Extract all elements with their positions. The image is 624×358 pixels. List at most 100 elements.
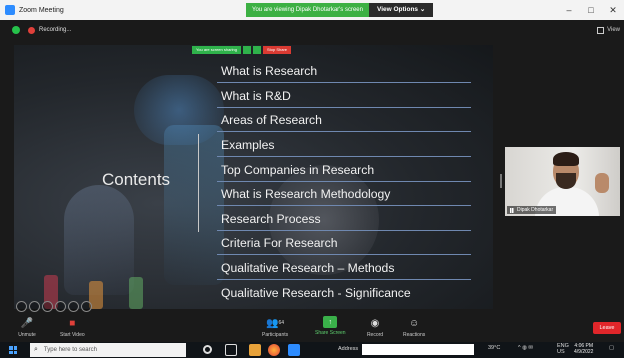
video-beard-shape: [556, 173, 576, 189]
background-vial-green: [129, 277, 143, 309]
window-controls: – □ ✕: [558, 0, 624, 20]
stop-share-button[interactable]: Stop Share: [263, 46, 292, 54]
slide-item-underline: [217, 107, 471, 108]
slide-item: Top Companies in Research: [221, 163, 375, 177]
video-hair-shape: [553, 152, 579, 166]
sharing-label: You are screen sharing: [192, 46, 241, 54]
video-off-icon: ■: [69, 317, 76, 329]
task-view-icon[interactable]: [225, 344, 237, 356]
record-label: Record: [366, 332, 384, 338]
share-screen-button[interactable]: ↑ Share Screen: [315, 316, 346, 336]
start-video-label: Start Video: [60, 332, 85, 338]
security-shield-icon[interactable]: [12, 26, 20, 34]
language-indicator[interactable]: ENG US: [557, 343, 569, 355]
slide-item-underline: [217, 254, 471, 255]
clock-date: 4/9/2022: [574, 349, 594, 355]
slide-item-underline: [217, 230, 471, 231]
unmute-label: Unmute: [18, 332, 36, 338]
slide-item-underline: [217, 131, 471, 132]
region-code: US: [557, 349, 565, 355]
slide-item: Qualitative Research - Significance: [221, 286, 411, 300]
slide-item: Areas of Research: [221, 113, 322, 127]
background-tube-image: [164, 125, 224, 285]
slideshow-tools: [16, 301, 92, 312]
previous-slide-icon[interactable]: [16, 301, 27, 312]
next-slide-icon[interactable]: [29, 301, 40, 312]
reactions-button[interactable]: ☺ Reactions: [403, 316, 426, 339]
share-screen-icon: ↑: [323, 316, 338, 328]
pause-share-icon[interactable]: [243, 46, 251, 54]
weather-text[interactable]: 39°C: [488, 345, 500, 351]
notifications-icon[interactable]: ▢: [609, 345, 614, 351]
unmute-button[interactable]: 🎤 Unmute: [18, 316, 36, 339]
window-title: Zoom Meeting: [19, 6, 64, 14]
slide-item: Research Process: [221, 212, 321, 226]
tray-icons[interactable]: ^ ◍ ✉: [518, 345, 533, 351]
slide-item-underline: [217, 156, 471, 157]
slide-item: What is Research Methodology: [221, 187, 391, 201]
annotate-icon[interactable]: [253, 46, 261, 54]
panel-resize-handle[interactable]: [500, 174, 502, 188]
microphone-muted-icon: 🎤: [20, 317, 34, 329]
reactions-icon: ☺: [409, 317, 420, 329]
view-button[interactable]: View: [597, 26, 620, 34]
slide-divider: [198, 134, 199, 232]
slide-item: Qualitative Research – Methods: [221, 261, 395, 275]
participants-count: 64: [278, 320, 285, 326]
record-button[interactable]: ◉ Record: [366, 316, 384, 339]
slide-item: Examples: [221, 138, 275, 152]
taskbar-clock[interactable]: 4:06 PM 4/9/2022: [574, 343, 593, 355]
cortana-icon[interactable]: [203, 345, 212, 354]
audio-level-icon: [510, 207, 515, 213]
recording-icon: [28, 26, 35, 34]
participants-icon: 👥 64: [266, 317, 285, 329]
background-flask-image: [64, 185, 134, 295]
slide-item-underline: [217, 181, 471, 182]
reactions-label: Reactions: [403, 332, 426, 338]
slides-grid-icon[interactable]: [55, 301, 66, 312]
view-label: View: [607, 27, 620, 33]
slide-item-underline: [217, 279, 471, 280]
slide-title: Contents: [102, 170, 171, 189]
more-options-icon[interactable]: [81, 301, 92, 312]
slide-item: What is Research: [221, 64, 318, 78]
minimize-button[interactable]: –: [558, 0, 580, 20]
zoom-logo-icon: [5, 5, 15, 15]
close-button[interactable]: ✕: [602, 0, 624, 20]
pen-tool-icon[interactable]: [42, 301, 53, 312]
meeting-toolbar: 🎤 Unmute ■ Start Video 👥 64 Participants …: [0, 314, 624, 342]
windows-start-icon[interactable]: [9, 346, 17, 354]
grid-view-icon: [597, 26, 605, 34]
share-notice: You are viewing Dipak Dhotarkar's screen: [246, 3, 369, 17]
sharing-control-bar[interactable]: You are screen sharing Stop Share: [192, 46, 292, 54]
zoom-slide-icon[interactable]: [68, 301, 79, 312]
address-label: Address: [338, 346, 359, 352]
recording-status: Recording...: [39, 27, 72, 33]
participant-video[interactable]: Dipak Dhotarkar: [505, 147, 620, 216]
address-input[interactable]: [362, 344, 474, 355]
participants-label: Participants: [262, 332, 289, 338]
start-video-button[interactable]: ■ Start Video: [60, 316, 85, 339]
participant-name: Dipak Dhotarkar: [517, 207, 554, 213]
video-hand-shape: [595, 173, 609, 193]
file-explorer-icon[interactable]: [249, 344, 261, 356]
taskbar-search[interactable]: ⌕ Type here to search: [30, 343, 186, 357]
background-glove-image: [134, 75, 224, 145]
leave-button[interactable]: Leave: [593, 322, 621, 334]
maximize-button[interactable]: □: [580, 0, 602, 20]
firefox-icon[interactable]: [268, 344, 280, 356]
search-placeholder: Type here to search: [43, 347, 97, 353]
record-icon: ◉: [370, 317, 380, 329]
participants-button[interactable]: 👥 64 Participants: [262, 316, 289, 339]
slide-item-underline: [217, 82, 471, 83]
slide-item-underline: [217, 205, 471, 206]
participant-name-tag: Dipak Dhotarkar: [507, 206, 557, 214]
view-options-button[interactable]: View Options ⌄: [368, 3, 434, 17]
slide-item: What is R&D: [221, 89, 291, 103]
zoom-taskbar-icon[interactable]: [288, 344, 300, 356]
slide-item: Criteria For Research: [221, 236, 338, 250]
share-banner: You are viewing Dipak Dhotarkar's screen…: [246, 3, 434, 17]
search-icon: ⌕: [34, 346, 38, 353]
meeting-info-bar: Recording... View: [0, 20, 624, 40]
share-screen-label: Share Screen: [315, 330, 346, 336]
